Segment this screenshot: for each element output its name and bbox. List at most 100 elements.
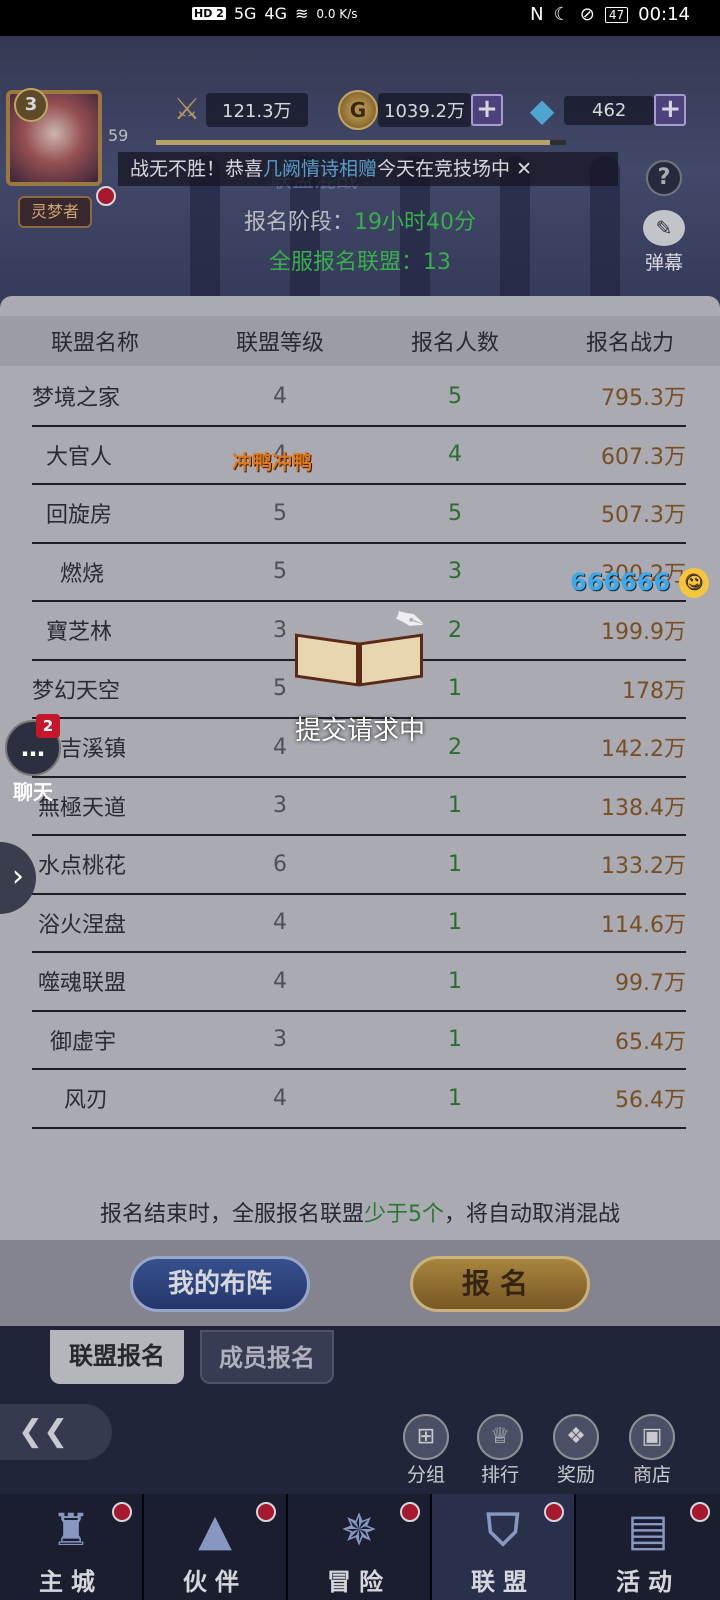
sign-up-button[interactable]: 报名 xyxy=(410,1256,590,1312)
header-signup-count: 报名人数 xyxy=(410,331,499,356)
table-row[interactable]: 风刃 4 1 56.4万 xyxy=(32,1070,686,1129)
diamond-bar: ◆ 462 + xyxy=(520,90,687,130)
alliance-table: 梦境之家 4 5 795.3万 大官人 4 4 607.3万 回旋房 5 5 507.3万 燃烧 5… xyxy=(32,368,686,1129)
server-signup-line: 全服报名联盟：13 xyxy=(0,244,720,276)
tab-alliance-signup[interactable]: 联盟报名 xyxy=(50,1330,184,1384)
nav-events[interactable]: ▤ 活动 xyxy=(576,1494,720,1600)
header-signup-power: 报名战力 xyxy=(585,331,674,356)
signup-power: 178万 xyxy=(622,678,686,704)
signal-1: 5G xyxy=(233,4,257,23)
nav-events-label: 活动 xyxy=(616,1568,680,1596)
moon-icon: ☾ xyxy=(553,4,570,25)
table-row[interactable]: 噬魂联盟 4 1 99.7万 xyxy=(32,953,686,1012)
sword-icon: ⚔ xyxy=(173,92,201,127)
alliance-level: 6 xyxy=(273,851,287,877)
kiss-emoji-icon: ☺ xyxy=(678,568,709,598)
shop-button[interactable]: ▣ 商店 xyxy=(620,1414,684,1487)
chat-label: 聊天 xyxy=(13,780,53,804)
alliance-level: 4 xyxy=(273,1085,287,1111)
open-book-icon: ✒ xyxy=(295,594,433,688)
nav-adventure[interactable]: ✵ 冒险 xyxy=(288,1494,432,1600)
signup-power: 199.9万 xyxy=(601,620,686,646)
signup-count: 1 xyxy=(448,910,462,936)
chat-unread-badge: 2 xyxy=(36,714,60,738)
alliance-name: 寶芝林 xyxy=(46,620,113,646)
signup-power: 138.4万 xyxy=(601,795,686,821)
add-gold-button[interactable]: + xyxy=(470,94,503,126)
server-signup-count: 13 xyxy=(423,250,451,275)
table-row[interactable]: 回旋房 5 5 507.3万 xyxy=(32,485,686,544)
vibrate-icon: ⊘ xyxy=(579,4,595,25)
nav-notification-dot xyxy=(544,1502,564,1522)
alliance-level: 3 xyxy=(273,1027,287,1053)
table-row[interactable]: 大官人 4 4 607.3万 xyxy=(32,427,686,485)
signup-count: 1 xyxy=(448,1027,462,1053)
gold-bar: G 1039.2万 + xyxy=(338,90,503,130)
ranking-button[interactable]: ♕ 排行 xyxy=(468,1414,532,1487)
add-diamond-button[interactable]: + xyxy=(654,94,687,126)
signup-power: 99.7万 xyxy=(615,971,686,997)
alliance-name: 大官人 xyxy=(46,444,113,470)
diamond-icon: ◆ xyxy=(529,91,555,129)
table-header: 联盟名称 联盟等级 报名人数 报名战力 xyxy=(0,316,720,366)
alliance-name: 浴火涅盘 xyxy=(38,912,127,938)
grouping-icon: ⊞ xyxy=(403,1414,449,1460)
danmu-text: 666666 xyxy=(570,568,671,596)
nav-alliance[interactable]: ⛉ 联盟 xyxy=(432,1494,576,1600)
alliance-level: 3 xyxy=(273,793,287,819)
signup-count: 5 xyxy=(448,383,462,409)
tab-member-signup[interactable]: 成员报名 xyxy=(200,1330,334,1384)
grouping-button[interactable]: ⊞ 分组 xyxy=(394,1414,458,1487)
header-alliance-level: 联盟等级 xyxy=(235,331,324,356)
nav-notification-dot xyxy=(400,1502,420,1522)
alliance-name: 水点桃花 xyxy=(38,854,127,880)
nav-main-city[interactable]: ♜ 主城 xyxy=(0,1494,144,1600)
loading-text: 提交请求中 xyxy=(294,716,425,746)
shop-icon: ▣ xyxy=(629,1414,675,1460)
rewards-button[interactable]: ❖ 奖励 xyxy=(544,1414,608,1487)
signup-count: 4 xyxy=(448,442,462,468)
action-button-bar xyxy=(0,1240,720,1326)
table-row[interactable]: 浴火涅盘 4 1 114.6万 xyxy=(32,895,686,953)
signup-power: 56.4万 xyxy=(615,1088,686,1114)
nav-main-city-label: 主城 xyxy=(39,1568,103,1596)
table-row[interactable]: 御虚宇 3 1 65.4万 xyxy=(32,1012,686,1070)
header-alliance-name: 联盟名称 xyxy=(50,331,139,356)
alliance-level: 4 xyxy=(273,968,287,994)
alliance-name: 回旋房 xyxy=(46,503,113,529)
back-button[interactable]: ❮❮ xyxy=(0,1404,112,1460)
table-row[interactable]: 梦境之家 4 5 795.3万 xyxy=(32,368,686,427)
marquee-suffix: 今天在竞技场中 xyxy=(377,158,511,180)
player-level: 59 xyxy=(108,126,129,145)
chat-button[interactable]: … 2 聊天 xyxy=(2,714,64,805)
nav-partners-label: 伙伴 xyxy=(183,1568,247,1596)
hd-indicator: HD 2 xyxy=(192,7,226,20)
marquee-prefix: 战无不胜！恭喜 xyxy=(130,158,264,180)
help-button[interactable]: ? xyxy=(646,160,682,196)
back-arrow-icon: ❮❮ xyxy=(18,1414,69,1449)
signup-count: 3 xyxy=(448,559,462,585)
table-row[interactable]: 水点桃花 6 1 133.2万 xyxy=(32,836,686,895)
nav-adventure-label: 冒险 xyxy=(327,1568,391,1596)
signup-count: 1 xyxy=(448,1085,462,1111)
alliance-name: 风刃 xyxy=(64,1088,109,1114)
signup-rule-note: 报名结束时，全服报名联盟少于5个，将自动取消混战 xyxy=(0,1196,720,1228)
alliance-level: 4 xyxy=(273,910,287,936)
network-speed: 0.0 K/s xyxy=(316,6,358,21)
rule-note-prefix: 报名结束时，全服报名联盟 xyxy=(99,1202,364,1227)
alliance-name: 御虚宇 xyxy=(50,1029,117,1055)
avatar-notification-dot xyxy=(96,186,116,206)
nav-partners[interactable]: ▲ 伙伴 xyxy=(144,1494,288,1600)
signup-stage-line: 报名阶段：19小时40分 xyxy=(0,204,720,236)
signup-power: 507.3万 xyxy=(601,503,686,529)
shop-label: 商店 xyxy=(632,1464,671,1486)
table-row[interactable]: 無極天道 3 1 138.4万 xyxy=(32,778,686,836)
signup-count: 5 xyxy=(448,500,462,526)
my-layout-button[interactable]: 我的布阵 xyxy=(130,1256,310,1312)
crossed-swords-icon: ✕ xyxy=(516,158,533,180)
nav-alliance-label: 联盟 xyxy=(471,1568,535,1596)
combat-power-bar: ⚔ 121.3万 xyxy=(168,90,308,130)
signup-power: 607.3万 xyxy=(601,444,686,470)
diamond-value: 462 xyxy=(564,95,655,125)
combat-power-value: 121.3万 xyxy=(206,93,308,127)
